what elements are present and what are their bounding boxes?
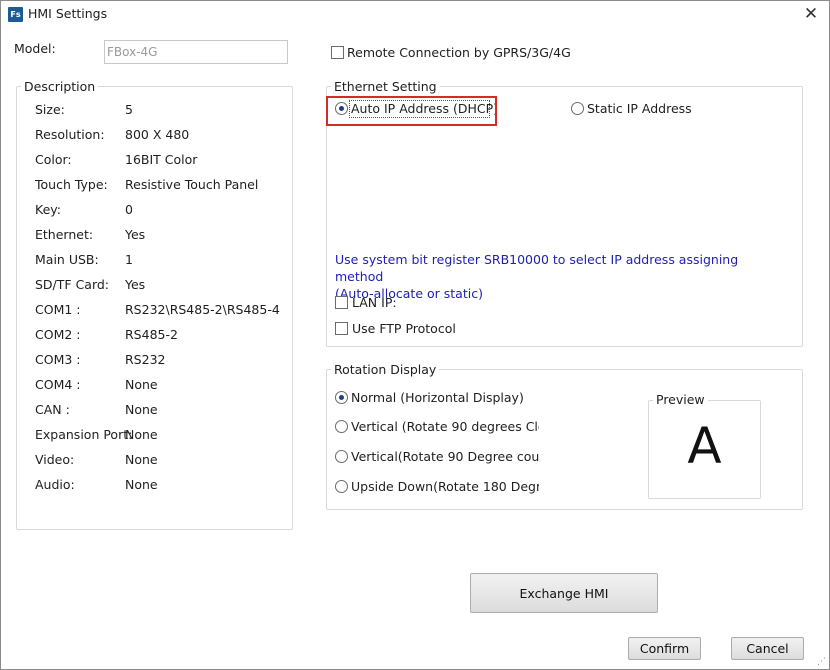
rotation-upside-down-radio[interactable] [335,480,348,493]
ip-method-info-line1: Use system bit register SRB10000 to sele… [335,252,739,284]
desc-value: 0 [125,202,133,217]
remote-connection-checkbox[interactable] [331,46,344,59]
static-ip-label: Static IP Address [587,101,692,116]
desc-key: Touch Type: [35,177,108,192]
desc-value: 1 [125,252,133,267]
desc-value: RS485-2 [125,327,178,342]
desc-value: None [125,452,158,467]
ip-method-info: Use system bit register SRB10000 to sele… [335,251,785,302]
desc-key: Resolution: [35,127,105,142]
ftp-protocol-checkbox[interactable] [335,322,348,335]
desc-value: 800 X 480 [125,127,190,142]
desc-key: Main USB: [35,252,99,267]
resize-grip-icon[interactable]: ⋰ [817,657,827,667]
dhcp-highlight-box [326,96,497,126]
description-group: Description Size: 5 Resolution: 800 X 48… [16,79,293,530]
confirm-button[interactable]: Confirm [628,637,701,660]
rotation-normal-label: Normal (Horizontal Display) [351,390,524,405]
description-title: Description [21,79,99,94]
desc-value: Yes [125,277,146,292]
desc-value: None [125,427,158,442]
lan-ip-label: LAN IP: [352,295,397,310]
desc-key: Video: [35,452,75,467]
desc-value: None [125,377,158,392]
desc-value: RS232 [125,352,166,367]
model-label: Model: [14,41,56,56]
desc-key: COM1 : [35,302,81,317]
desc-key: COM2 : [35,327,81,342]
rotation-vertical-cw-label: Vertical (Rotate 90 degrees Clockwise) [351,419,539,434]
cancel-button[interactable]: Cancel [731,637,804,660]
preview-title: Preview [653,392,708,407]
rotation-upside-down-label: Upside Down(Rotate 180 Degree) [351,479,539,494]
rotation-vertical-cw-radio[interactable] [335,420,348,433]
title-bar: Fs HMI Settings ✕ [1,1,829,28]
app-icon: Fs [8,7,23,22]
desc-value: 5 [125,102,133,117]
rotation-display-title: Rotation Display [331,362,440,377]
desc-key: COM3 : [35,352,81,367]
ethernet-setting-title: Ethernet Setting [331,79,440,94]
exchange-hmi-button[interactable]: Exchange HMI [470,573,658,613]
desc-key: SD/TF Card: [35,277,110,292]
desc-value: 16BIT Color [125,152,198,167]
desc-key: Size: [35,102,65,117]
preview-group: Preview A [648,392,761,499]
desc-key: Key: [35,202,61,217]
close-icon[interactable]: ✕ [801,4,821,24]
ip-method-info-line2: (Auto-allocate or static) [335,286,483,301]
desc-value: Yes [125,227,146,242]
desc-key: COM4 : [35,377,81,392]
rotation-vertical-ccw-radio[interactable] [335,450,348,463]
lan-ip-checkbox[interactable] [335,296,348,309]
desc-key: CAN : [35,402,70,417]
desc-key: Audio: [35,477,75,492]
desc-key: Color: [35,152,72,167]
rotation-normal-radio[interactable] [335,391,348,404]
desc-value: Resistive Touch Panel [125,177,259,192]
desc-key: Expansion Port: [35,427,133,442]
desc-key: Ethernet: [35,227,94,242]
preview-letter: A [687,417,722,475]
rotation-vertical-ccw-label: Vertical(Rotate 90 Degree counterclockwi… [351,449,539,464]
hmi-settings-dialog: Fs HMI Settings ✕ Model: Remote Connecti… [0,0,830,670]
ftp-protocol-label: Use FTP Protocol [352,321,456,336]
remote-connection-label: Remote Connection by GPRS/3G/4G [347,45,571,60]
static-ip-radio[interactable] [571,102,584,115]
desc-value: None [125,477,158,492]
window-title: HMI Settings [28,6,108,21]
model-field[interactable] [104,40,288,64]
desc-value: RS232\RS485-2\RS485-4 [125,302,280,317]
desc-value: None [125,402,158,417]
